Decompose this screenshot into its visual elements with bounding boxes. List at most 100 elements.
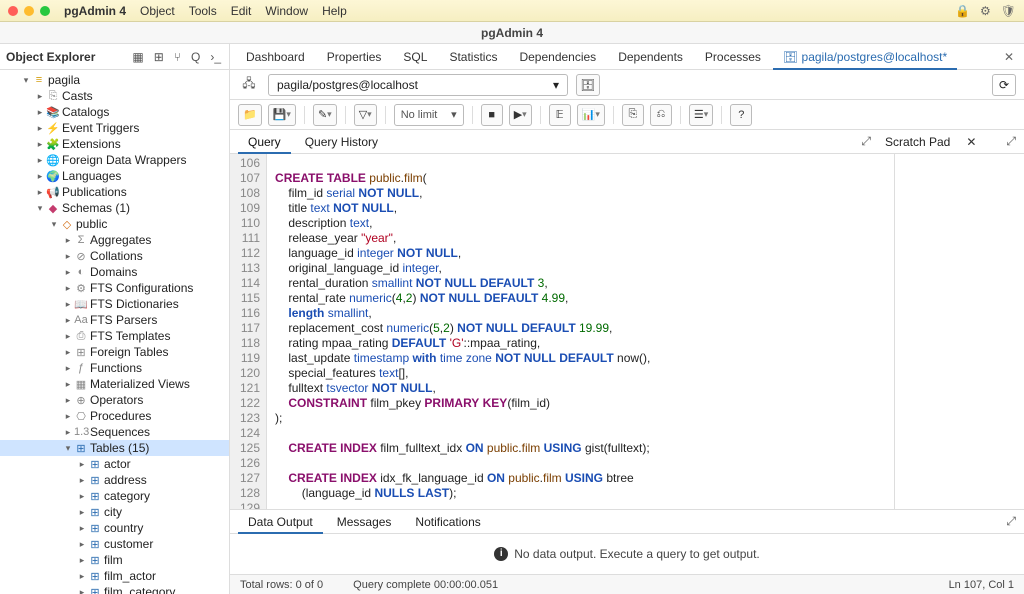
tree-twisty-icon[interactable]: ▸ <box>34 139 46 150</box>
explain-button[interactable]: 𝔼 <box>549 104 571 126</box>
menu-tools[interactable]: Tools <box>189 4 217 18</box>
tree-twisty-icon[interactable]: ▾ <box>34 203 46 214</box>
tree-db[interactable]: ▾≡pagila <box>0 72 229 88</box>
tree-twisty-icon[interactable]: ▸ <box>62 363 74 374</box>
tab-dashboard[interactable]: Dashboard <box>236 44 315 70</box>
zoom-window-icon[interactable] <box>40 6 50 16</box>
tab-query-history[interactable]: Query History <box>295 130 388 154</box>
tree-schemas[interactable]: ▾◆Schemas (1) <box>0 200 229 216</box>
tree-procedures[interactable]: ▸⎔Procedures <box>0 408 229 424</box>
tree-twisty-icon[interactable]: ▸ <box>76 523 88 534</box>
tree-twisty-icon[interactable]: ▸ <box>76 555 88 566</box>
tree-twisty-icon[interactable]: ▸ <box>62 299 74 310</box>
tree-operators[interactable]: ▸⊕Operators <box>0 392 229 408</box>
tree-foreign-tables[interactable]: ▸⊞Foreign Tables <box>0 344 229 360</box>
tree-fdw[interactable]: ▸🌐Foreign Data Wrappers <box>0 152 229 168</box>
tree-collations[interactable]: ▸⊘Collations <box>0 248 229 264</box>
tree-casts[interactable]: ▸⎘Casts <box>0 88 229 104</box>
execute-button[interactable]: ▶ <box>509 104 532 126</box>
commit-button[interactable]: ⎘ <box>622 104 644 126</box>
tree-extensions[interactable]: ▸🧩Extensions <box>0 136 229 152</box>
tree-twisty-icon[interactable]: ▸ <box>76 587 88 594</box>
tree-table-film-actor[interactable]: ▸⊞film_actor <box>0 568 229 584</box>
tree-fts-parsers[interactable]: ▸AaFTS Parsers <box>0 312 229 328</box>
expand-output-icon[interactable]: ⤢ <box>1006 514 1016 529</box>
tree-twisty-icon[interactable]: ▾ <box>20 75 32 86</box>
tree-aggregates[interactable]: ▸ΣAggregates <box>0 232 229 248</box>
connection-settings-button[interactable]: 🗄 <box>576 74 600 96</box>
tree-functions[interactable]: ▸ƒFunctions <box>0 360 229 376</box>
tab-query[interactable]: Query <box>238 130 291 154</box>
save-file-button[interactable]: 💾 <box>268 104 296 126</box>
menu-edit[interactable]: Edit <box>231 4 252 18</box>
menu-help[interactable]: Help <box>322 4 347 18</box>
tree-twisty-icon[interactable]: ▸ <box>34 91 46 102</box>
sql-editor[interactable]: 1061071081091101111121131141151161171181… <box>230 154 894 509</box>
tree-table-category[interactable]: ▸⊞category <box>0 488 229 504</box>
close-scratch-button[interactable]: ✕ <box>964 135 978 149</box>
tree-twisty-icon[interactable]: ▸ <box>76 475 88 486</box>
tree-publications[interactable]: ▸📢Publications <box>0 184 229 200</box>
tree-languages[interactable]: ▸🌍Languages <box>0 168 229 184</box>
tree-twisty-icon[interactable]: ▸ <box>76 571 88 582</box>
scratch-pad[interactable] <box>894 154 1024 509</box>
tree-mat-views[interactable]: ▸▦Materialized Views <box>0 376 229 392</box>
tab-dependencies[interactable]: Dependencies <box>509 44 606 70</box>
tab-messages[interactable]: Messages <box>327 510 402 534</box>
tree-event-triggers[interactable]: ▸⚡Event Triggers <box>0 120 229 136</box>
tree-table-address[interactable]: ▸⊞address <box>0 472 229 488</box>
tree-fts-templates[interactable]: ▸⎙FTS Templates <box>0 328 229 344</box>
expand-scratch-icon[interactable]: ⤢ <box>1006 134 1016 149</box>
tree-table-customer[interactable]: ▸⊞customer <box>0 536 229 552</box>
tree-twisty-icon[interactable]: ▸ <box>62 379 74 390</box>
tree-catalogs[interactable]: ▸📚Catalogs <box>0 104 229 120</box>
open-file-button[interactable]: 📁 <box>238 104 262 126</box>
tree-twisty-icon[interactable]: ▸ <box>62 395 74 406</box>
macros-button[interactable]: ☰ <box>689 104 713 126</box>
menu-object[interactable]: Object <box>140 4 175 18</box>
tab-notifications[interactable]: Notifications <box>405 510 490 534</box>
tree-twisty-icon[interactable]: ▸ <box>62 347 74 358</box>
tab-processes[interactable]: Processes <box>695 44 771 70</box>
tree-twisty-icon[interactable]: ▸ <box>34 155 46 166</box>
expand-editor-icon[interactable]: ⤢ <box>861 134 871 149</box>
reset-layout-button[interactable]: ⟳ <box>992 74 1016 96</box>
tree-fts-dict[interactable]: ▸📖FTS Dictionaries <box>0 296 229 312</box>
tree-twisty-icon[interactable]: ▸ <box>62 427 74 438</box>
expand-icon[interactable]: ›_ <box>208 50 223 64</box>
tree-twisty-icon[interactable]: ▸ <box>76 539 88 550</box>
tree-table-actor[interactable]: ▸⊞actor <box>0 456 229 472</box>
tab-properties[interactable]: Properties <box>317 44 392 70</box>
tree-twisty-icon[interactable]: ▸ <box>34 187 46 198</box>
tree-twisty-icon[interactable]: ▸ <box>62 315 74 326</box>
minimize-window-icon[interactable] <box>24 6 34 16</box>
tree-twisty-icon[interactable]: ▸ <box>76 491 88 502</box>
connection-select[interactable]: pagila/postgres@localhost ▾ <box>268 74 568 96</box>
tree-twisty-icon[interactable]: ▸ <box>34 107 46 118</box>
tree-table-film-category[interactable]: ▸⊞film_category <box>0 584 229 594</box>
tree-domains[interactable]: ▸◐Domains <box>0 264 229 280</box>
tab-query-tool[interactable]: 🗄 pagila/postgres@localhost* <box>773 44 957 70</box>
rollback-button[interactable]: ⎌ <box>650 104 672 126</box>
tab-sql[interactable]: SQL <box>393 44 437 70</box>
tree-twisty-icon[interactable]: ▸ <box>62 331 74 342</box>
filter-button[interactable]: ▽ <box>354 104 377 126</box>
explain-analyze-button[interactable]: 📊 <box>577 104 605 126</box>
tab-statistics[interactable]: Statistics <box>439 44 507 70</box>
tree-twisty-icon[interactable]: ▸ <box>76 459 88 470</box>
app-name[interactable]: pgAdmin 4 <box>64 4 126 18</box>
tree-schema-public[interactable]: ▾◇public <box>0 216 229 232</box>
edit-button[interactable]: ✎ <box>313 104 337 126</box>
tree-tables[interactable]: ▾⊞Tables (15) <box>0 440 229 456</box>
tree-table-city[interactable]: ▸⊞city <box>0 504 229 520</box>
tree-twisty-icon[interactable]: ▸ <box>62 283 74 294</box>
tree-fts-config[interactable]: ▸⚙FTS Configurations <box>0 280 229 296</box>
tree-twisty-icon[interactable]: ▸ <box>34 171 46 182</box>
tree-twisty-icon[interactable]: ▸ <box>76 507 88 518</box>
tab-data-output[interactable]: Data Output <box>238 510 323 534</box>
tab-dependents[interactable]: Dependents <box>608 44 693 70</box>
tree-twisty-icon[interactable]: ▾ <box>62 443 74 454</box>
close-window-icon[interactable] <box>8 6 18 16</box>
tree-sequences[interactable]: ▸1.3Sequences <box>0 424 229 440</box>
tree-twisty-icon[interactable]: ▾ <box>48 219 60 230</box>
